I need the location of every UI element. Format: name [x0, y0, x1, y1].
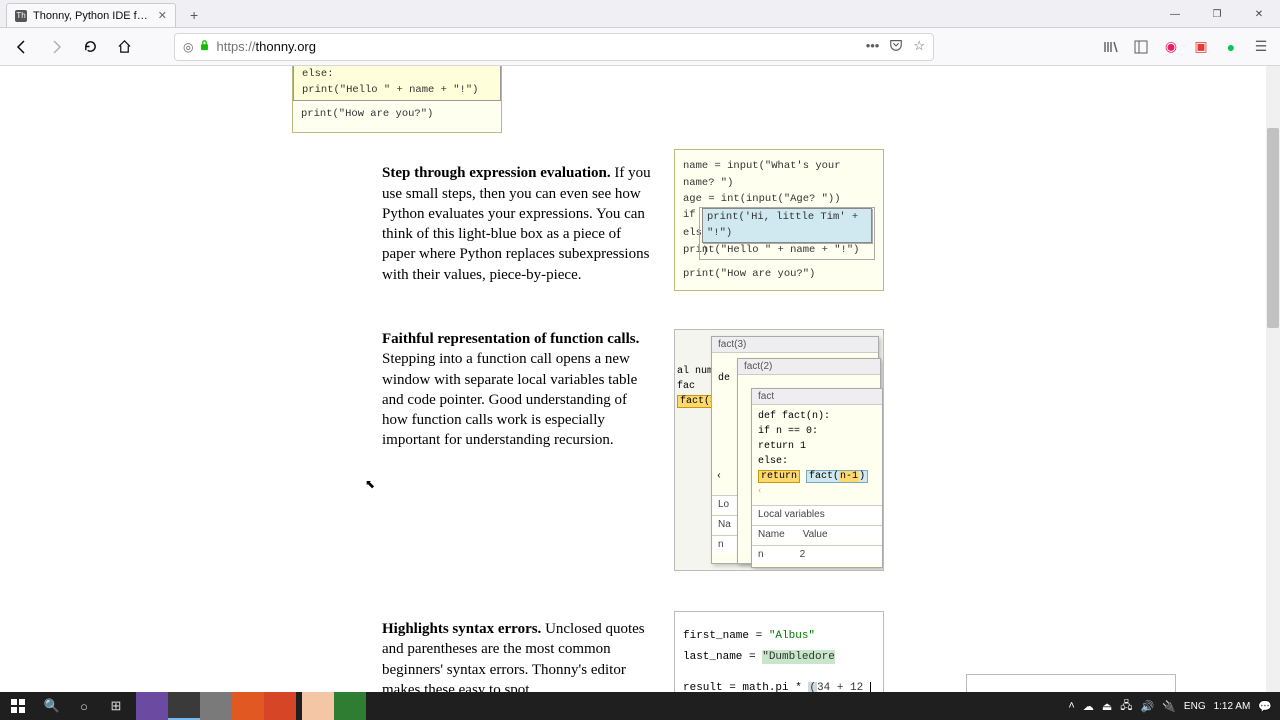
extension-icon-2[interactable]: ▣	[1190, 36, 1212, 58]
tray-language[interactable]: ENG	[1184, 701, 1206, 712]
forward-button[interactable]	[42, 33, 70, 61]
tray-volume-icon[interactable]: 🔊	[1141, 700, 1155, 713]
eval-highlight-box: print('Hi, little Tim' + "!")	[702, 208, 872, 243]
sidebar-icon[interactable]	[1130, 36, 1152, 58]
call-window-title-2: fact(2)	[738, 359, 880, 375]
taskbar-app-7[interactable]	[334, 692, 366, 720]
taskbar-app-1[interactable]	[136, 692, 168, 720]
close-window-button[interactable]: ✕	[1238, 0, 1280, 28]
pocket-icon[interactable]	[889, 38, 903, 55]
taskbar-app-3[interactable]	[200, 692, 232, 720]
tab-favicon: Th	[15, 10, 27, 22]
screenshot-next-partial	[966, 674, 1176, 692]
url-text: https://thonny.org	[216, 39, 316, 54]
minimize-button[interactable]: —	[1154, 0, 1196, 28]
tray-chevron-icon[interactable]: ˄	[1068, 700, 1074, 712]
reload-button[interactable]	[76, 33, 104, 61]
page-viewport: else: print("Hello " + name + "!") print…	[0, 66, 1280, 692]
library-icon[interactable]	[1100, 36, 1122, 58]
toolbar-right: ◉ ▣ ● ☰	[1100, 36, 1272, 58]
call-window-title-1: fact(3)	[712, 337, 878, 353]
tray-notifications-icon[interactable]: 💬	[1258, 700, 1272, 713]
tray-usb-icon[interactable]: ⏏	[1102, 700, 1112, 713]
menu-button[interactable]: ☰	[1250, 36, 1272, 58]
windows-taskbar: 🔍 ○ ⊞ ˄ ☁ ⏏ 🖧 🔊 🔌 ENG 1:12 AM 💬	[0, 692, 1280, 720]
page-scrollbar-track[interactable]	[1266, 66, 1280, 692]
taskbar-app-4[interactable]	[232, 692, 264, 720]
screenshot-expression-eval: name = input("What's your name? ") age =…	[674, 149, 884, 291]
home-button[interactable]	[110, 33, 138, 61]
taskbar-app-6[interactable]	[302, 692, 334, 720]
start-button[interactable]	[0, 692, 36, 720]
screenshot-expression-top: else: print("Hello " + name + "!") print…	[292, 66, 502, 133]
tray-network-icon[interactable]: 🖧	[1120, 697, 1132, 716]
feature-expression-heading: Step through expression evaluation.	[382, 165, 611, 181]
browser-tab[interactable]: Th Thonny, Python IDE for beginne ✕	[6, 3, 176, 27]
cortana-icon[interactable]: ○	[68, 692, 100, 720]
extension-icon-1[interactable]: ◉	[1160, 36, 1182, 58]
lock-icon	[199, 39, 210, 54]
system-tray: ˄ ☁ ⏏ 🖧 🔊 🔌 ENG 1:12 AM 💬	[1068, 697, 1280, 716]
task-view-icon[interactable]: ⊞	[100, 692, 132, 720]
window-controls: — ❐ ✕	[1154, 0, 1280, 28]
screenshot-function-calls: al numb fac fact(3 fact(3) de ‹ Lo Na n	[674, 329, 884, 571]
taskbar-app-5[interactable]	[264, 692, 296, 720]
page-scrollbar-thumb[interactable]	[1267, 128, 1279, 328]
extension-icon-3[interactable]: ●	[1220, 36, 1242, 58]
url-bar[interactable]: ◎ https://thonny.org ••• ☆	[174, 33, 934, 61]
maximize-button[interactable]: ❐	[1196, 0, 1238, 28]
locals-header: Local variables	[752, 505, 882, 523]
browser-tab-bar: Th Thonny, Python IDE for beginne ✕ + — …	[0, 0, 1280, 28]
tray-power-icon[interactable]: 🔌	[1162, 700, 1176, 713]
tray-clock[interactable]: 1:12 AM	[1214, 701, 1251, 712]
search-icon[interactable]: 🔍	[36, 692, 68, 720]
tray-onedrive-icon[interactable]: ☁	[1083, 700, 1094, 713]
call-window-title-3: fact	[752, 389, 882, 405]
taskbar-app-2[interactable]	[168, 692, 200, 720]
shield-icon: ◎	[183, 40, 193, 54]
page-actions-icon[interactable]: •••	[866, 38, 880, 55]
browser-nav-bar: ◎ https://thonny.org ••• ☆ ◉ ▣ ● ☰	[0, 28, 1280, 66]
feature-calls-text: Faithful representation of function call…	[382, 329, 654, 451]
feature-calls-heading: Faithful representation of function call…	[382, 331, 639, 347]
tab-title: Thonny, Python IDE for beginne	[33, 10, 152, 22]
new-tab-button[interactable]: +	[184, 3, 204, 27]
feature-syntax-text: Highlights syntax errors. Unclosed quote…	[382, 619, 654, 692]
taskbar-apps	[136, 692, 366, 720]
feature-expression-text: Step through expression evaluation. If y…	[382, 163, 654, 285]
feature-syntax-heading: Highlights syntax errors.	[382, 621, 541, 637]
tab-close-icon[interactable]: ✕	[158, 9, 167, 22]
screenshot-syntax-errors: first_name = "Albus" last_name = "Dumble…	[674, 611, 884, 692]
bookmark-star-icon[interactable]: ☆	[913, 38, 925, 55]
back-button[interactable]	[8, 33, 36, 61]
